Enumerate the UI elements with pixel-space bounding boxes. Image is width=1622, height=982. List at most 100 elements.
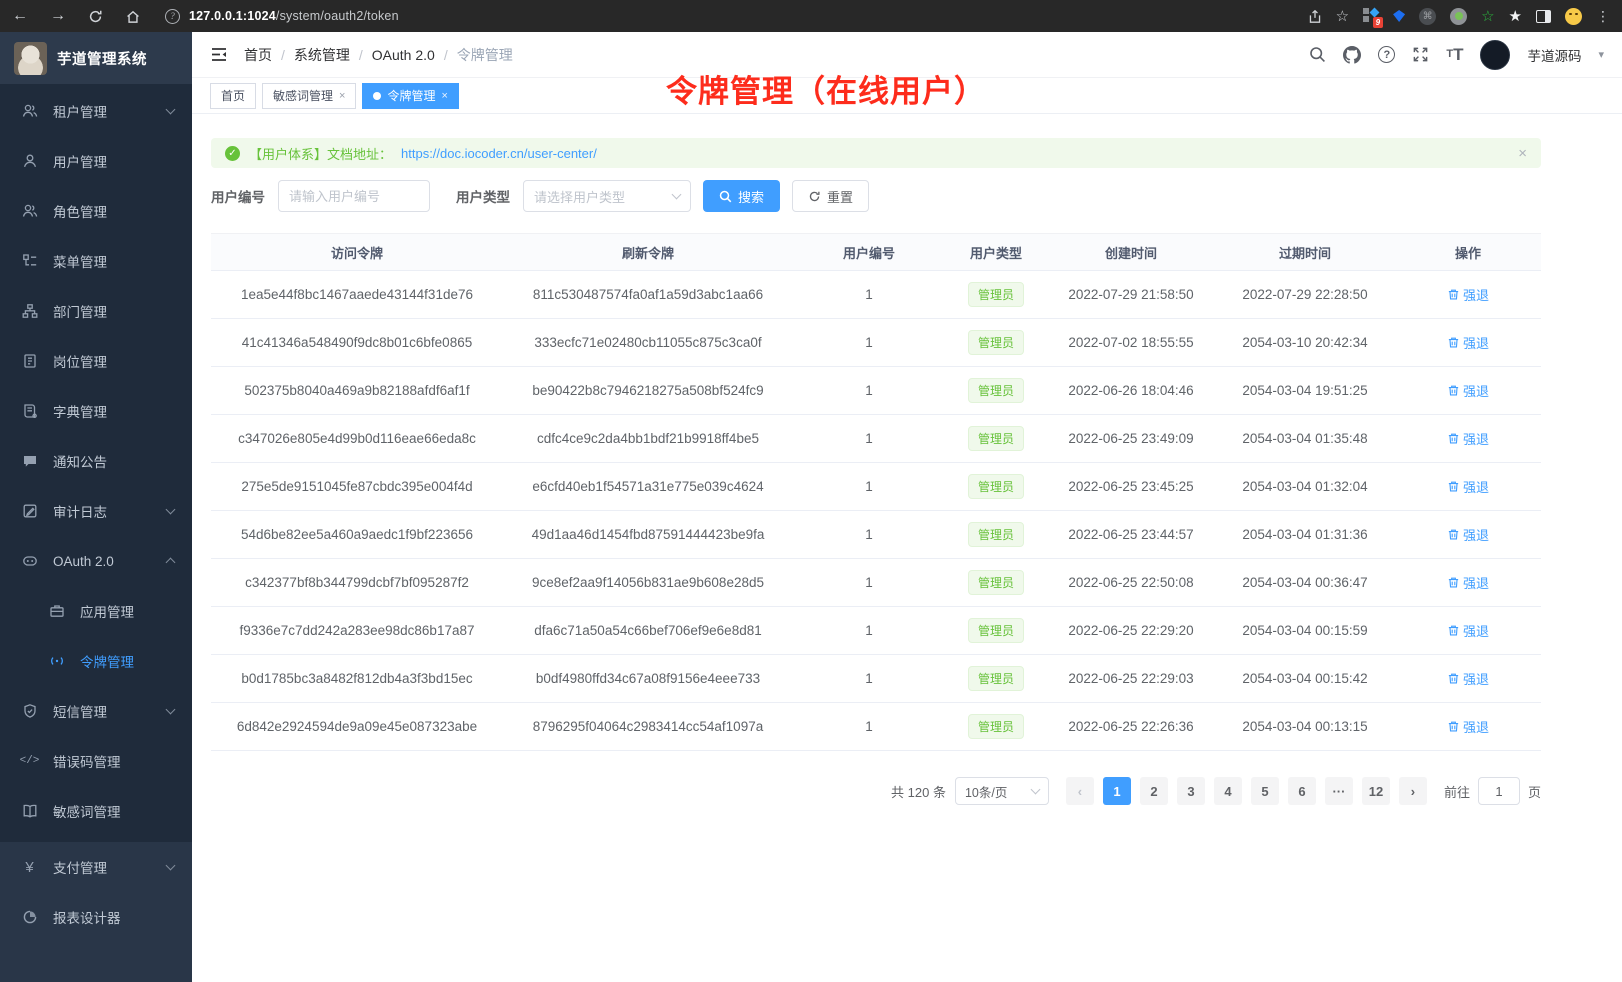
user-type-select[interactable]: 请选择用户类型	[523, 180, 691, 212]
trash-icon	[1447, 720, 1460, 733]
sidebar-item-dict[interactable]: 字典管理	[0, 386, 192, 436]
browser-menu-button[interactable]: ⋮	[1596, 8, 1610, 25]
profile-avatar-icon[interactable]	[1565, 8, 1582, 25]
sidebar-item-audit-log[interactable]: 审计日志	[0, 486, 192, 536]
sidebar-item-report-designer[interactable]: 报表设计器	[0, 892, 192, 942]
reset-button[interactable]: 重置	[792, 180, 869, 212]
revoke-button[interactable]: 强退	[1447, 381, 1489, 400]
close-icon[interactable]: ×	[339, 90, 345, 102]
fullscreen-button[interactable]	[1412, 46, 1429, 63]
user-avatar[interactable]	[1480, 40, 1510, 70]
sidebar-item-role[interactable]: 角色管理	[0, 186, 192, 236]
revoke-button[interactable]: 强退	[1447, 477, 1489, 496]
browser-reload-button[interactable]	[88, 9, 103, 24]
green-star-extension-icon[interactable]: ☆	[1481, 7, 1494, 25]
expires-cell: 2054-03-04 00:13:15	[1215, 719, 1395, 734]
revoke-button[interactable]: 强退	[1447, 717, 1489, 736]
user-id-input[interactable]	[278, 180, 430, 212]
sidebar-item-tenant[interactable]: 租户管理	[0, 86, 192, 136]
sidebar-item-error-code[interactable]: </> 错误码管理	[0, 736, 192, 786]
app-logo[interactable]: 芋道管理系统	[0, 32, 192, 84]
recorder-extension-icon[interactable]	[1450, 8, 1467, 25]
sidebar-item-token-manage[interactable]: 令牌管理	[0, 636, 192, 686]
revoke-button[interactable]: 强退	[1447, 429, 1489, 448]
expires-cell: 2054-03-10 20:42:34	[1215, 335, 1395, 350]
page-ellipsis-button[interactable]: ···	[1325, 777, 1353, 805]
breadcrumb-home[interactable]: 首页	[244, 45, 272, 65]
tab-token-manage[interactable]: 令牌管理 ×	[362, 83, 458, 109]
sidebar-fold-button[interactable]	[210, 46, 228, 63]
page-button-2[interactable]: 2	[1140, 777, 1168, 805]
tab-home[interactable]: 首页	[210, 83, 256, 109]
browser-home-button[interactable]	[125, 9, 141, 24]
pinwheel-extension-icon[interactable]: ★	[1509, 7, 1522, 25]
username[interactable]: 芋道源码	[1527, 45, 1581, 65]
user-id-cell: 1	[793, 431, 945, 446]
address-bar[interactable]: ? 127.0.0.1:1024/system/oauth2/token	[165, 9, 1308, 24]
user-id-cell: 1	[793, 575, 945, 590]
close-icon[interactable]: ×	[441, 90, 447, 102]
sidebar-item-sensitive-word[interactable]: 敏感词管理	[0, 786, 192, 836]
alert-close-icon[interactable]: ×	[1518, 145, 1527, 162]
chevron-down-icon	[672, 190, 682, 200]
browser-back-button[interactable]: ←	[12, 8, 28, 24]
user-id-cell: 1	[793, 287, 945, 302]
pie-chart-icon	[21, 909, 38, 925]
revoke-button[interactable]: 强退	[1447, 285, 1489, 304]
table-row: 41c41346a548490f9dc8b01c6bfe0865 333ecfc…	[211, 319, 1541, 367]
sidebar-item-payment[interactable]: ¥ 支付管理	[0, 842, 192, 892]
expires-cell: 2054-03-04 01:32:04	[1215, 479, 1395, 494]
next-page-button[interactable]: ›	[1399, 777, 1427, 805]
goto-page-input[interactable]	[1478, 777, 1520, 805]
sidebar-item-sms[interactable]: 短信管理	[0, 686, 192, 736]
extension-grid-icon[interactable]: 9	[1363, 8, 1379, 24]
revoke-button[interactable]: 强退	[1447, 525, 1489, 544]
access-token-cell: 1ea5e44f8bc1467aaede43144f31de76	[211, 287, 503, 302]
revoke-button[interactable]: 强退	[1447, 573, 1489, 592]
sidebar-item-menu[interactable]: 菜单管理	[0, 236, 192, 286]
github-icon	[1343, 46, 1361, 64]
site-info-icon[interactable]: ?	[165, 9, 180, 24]
tab-sensitive-word[interactable]: 敏感词管理 ×	[262, 83, 356, 109]
gem-extension-icon[interactable]	[1393, 10, 1405, 22]
sidebar-item-dept[interactable]: 部门管理	[0, 286, 192, 336]
breadcrumb-system[interactable]: 系统管理	[294, 45, 350, 65]
command-extension-icon[interactable]: ⌘	[1419, 8, 1436, 25]
sidebar-item-post[interactable]: 岗位管理	[0, 336, 192, 386]
revoke-button[interactable]: 强退	[1447, 333, 1489, 352]
browser-forward-button[interactable]: →	[50, 8, 66, 24]
help-button[interactable]: ?	[1378, 46, 1395, 63]
breadcrumb-oauth2[interactable]: OAuth 2.0	[372, 47, 435, 63]
page-button-12[interactable]: 12	[1362, 777, 1390, 805]
user-type-badge: 管理员	[968, 378, 1024, 403]
user-type-badge: 管理员	[968, 714, 1024, 739]
sidebar-item-oauth2[interactable]: OAuth 2.0	[0, 536, 192, 586]
sidebar-item-notice[interactable]: 通知公告	[0, 436, 192, 486]
page-size-select[interactable]: 10条/页	[955, 777, 1049, 805]
user-id-cell: 1	[793, 383, 945, 398]
bookmark-star-button[interactable]: ☆	[1336, 9, 1349, 24]
search-button[interactable]	[1309, 46, 1326, 63]
github-button[interactable]	[1343, 46, 1361, 64]
doc-link[interactable]: https://doc.iocoder.cn/user-center/	[401, 146, 597, 161]
side-panel-button[interactable]	[1536, 10, 1551, 23]
expires-cell: 2054-03-04 00:15:59	[1215, 623, 1395, 638]
share-button[interactable]	[1308, 9, 1322, 24]
page-button-1[interactable]: 1	[1103, 777, 1131, 805]
page-button-3[interactable]: 3	[1177, 777, 1205, 805]
goto-label: 前往	[1444, 782, 1470, 801]
sidebar-item-app-manage[interactable]: 应用管理	[0, 586, 192, 636]
page-button-4[interactable]: 4	[1214, 777, 1242, 805]
font-size-button[interactable]: TT	[1446, 46, 1463, 63]
breadcrumb-current: 令牌管理	[457, 45, 513, 65]
search-submit-button[interactable]: 搜索	[703, 180, 780, 212]
page-button-6[interactable]: 6	[1288, 777, 1316, 805]
sidebar-item-user[interactable]: 用户管理	[0, 136, 192, 186]
page-button-5[interactable]: 5	[1251, 777, 1279, 805]
chevron-down-icon[interactable]: ▾	[1598, 48, 1604, 61]
table-row: 6d842e2924594de9a09e45e087323abe 8796295…	[211, 703, 1541, 751]
total-count: 共 120 条	[891, 782, 946, 801]
revoke-button[interactable]: 强退	[1447, 669, 1489, 688]
revoke-button[interactable]: 强退	[1447, 621, 1489, 640]
prev-page-button[interactable]: ‹	[1066, 777, 1094, 805]
